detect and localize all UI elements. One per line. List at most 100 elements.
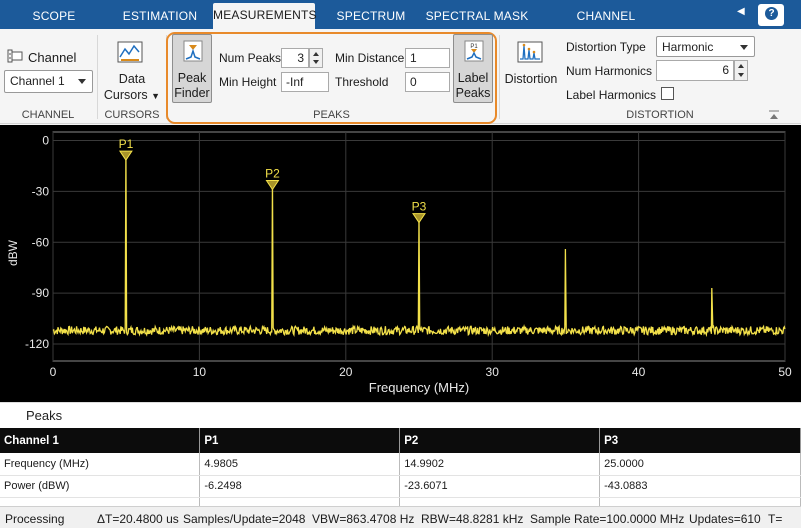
min-height-input[interactable]: -Inf	[281, 72, 329, 92]
channel-value: Channel 1	[10, 74, 65, 88]
tab-measurements[interactable]: MEASUREMENTS	[213, 3, 317, 29]
table-cell: -43.0883	[599, 475, 801, 498]
min-height-label: Min Height	[219, 75, 277, 89]
peak-marker-label: P2	[265, 167, 280, 181]
peak-marker-label: P1	[119, 137, 134, 151]
group-label-distortion: DISTORTION	[626, 109, 694, 121]
status-samples-per-update: Samples/Update=2048	[183, 512, 306, 526]
tab-spectral-mask[interactable]: SPECTRAL MASK	[425, 4, 529, 29]
y-tick-label: -90	[32, 286, 50, 300]
label-peaks-label: Label Peaks	[455, 71, 491, 100]
status-updates: Updates=610	[689, 512, 761, 526]
x-tick-label: 10	[193, 365, 207, 379]
separator	[499, 35, 500, 119]
peak-marker-triangle	[412, 213, 426, 224]
num-peaks-input[interactable]: 3	[281, 48, 309, 68]
distortion-icon	[517, 41, 543, 63]
tab-estimation[interactable]: ESTIMATION	[108, 4, 212, 29]
table-cell: -23.6071	[399, 475, 601, 498]
y-tick-label: -30	[32, 184, 50, 198]
status-delta-t: ΔT=20.4800 us	[97, 512, 179, 526]
peak-marker-label: P3	[412, 200, 427, 214]
table-cell: 25.0000	[599, 453, 801, 476]
table-cell: -6.2498	[199, 475, 401, 498]
num-harmonics-label: Num Harmonics	[566, 64, 653, 78]
label-peaks-icon: P1	[464, 40, 484, 62]
peak-finder-icon	[183, 40, 203, 62]
table-cell: 4.9805	[199, 453, 401, 476]
data-cursors-label-1: Data	[118, 72, 146, 86]
table-header-cell: P1	[199, 428, 401, 453]
separator	[97, 35, 98, 119]
x-tick-label: 40	[632, 365, 646, 379]
help-button[interactable]: ?	[758, 4, 784, 26]
y-axis-label: dBW	[6, 239, 20, 266]
caret-down-icon: ▼	[151, 91, 161, 101]
group-label-peaks: PEAKS	[313, 109, 350, 121]
chevron-down-icon	[78, 79, 86, 84]
spectrum-trace	[52, 151, 786, 338]
group-label-cursors: CURSORS	[104, 109, 160, 121]
table-cell: Frequency (MHz)	[0, 453, 201, 476]
table-cell: 14.9902	[399, 453, 601, 476]
tab-scope[interactable]: SCOPE	[4, 4, 104, 29]
data-cursors-button[interactable]: Data Cursors ▼	[100, 71, 164, 104]
x-tick-label: 30	[486, 365, 500, 379]
peaks-panel-title: Peaks	[26, 408, 63, 423]
peak-finder-label: Peak Finder	[174, 71, 210, 100]
table-header-row: Channel 1 P1 P2 P3	[0, 428, 801, 453]
peak-marker-triangle	[118, 150, 133, 161]
data-cursors-label-2: Cursors ▼	[103, 88, 161, 102]
label-harmonics-checkbox[interactable]	[661, 87, 674, 100]
status-sample-rate: Sample Rate=100.0000 MHz	[530, 512, 685, 526]
table-cell: Power (dBW)	[0, 475, 201, 498]
toolstrip-tab-bar: SCOPE ESTIMATION MEASUREMENTS SPECTRUM S…	[0, 0, 801, 48]
num-harmonics-input[interactable]: 6	[656, 60, 734, 81]
y-tick-label: -120	[25, 337, 49, 351]
chevron-down-icon	[740, 45, 748, 50]
min-distance-input[interactable]: 1	[405, 48, 450, 68]
tab-channel-measurements[interactable]: CHANNEL MEASUREMENTS	[532, 4, 680, 48]
x-tick-label: 50	[778, 365, 792, 379]
distortion-button[interactable]: Distortion	[502, 72, 560, 86]
num-peaks-stepper[interactable]	[309, 48, 323, 68]
distortion-type-dropdown[interactable]: Harmonic	[656, 36, 755, 57]
x-tick-label: 0	[50, 365, 57, 379]
y-tick-label: 0	[42, 133, 49, 147]
tab-spectrum[interactable]: SPECTRUM	[320, 4, 422, 29]
help-icon: ?	[765, 7, 778, 20]
plot-axes: 0 10 20 30 40 50 0 -30 -60 -90 -120	[25, 133, 792, 379]
table-header-cell: P2	[399, 428, 601, 453]
table-header-cell: P3	[599, 428, 801, 453]
table-row: Frequency (MHz) 4.9805 14.9902 25.0000	[0, 453, 801, 476]
distortion-type-label: Distortion Type	[566, 40, 646, 54]
status-tail: T=	[768, 512, 783, 526]
toolstrip-ribbon: Channel Channel 1 CHANNEL Data Cursors ▼…	[0, 29, 801, 124]
channel-label: Channel	[28, 50, 77, 65]
channel-dropdown[interactable]: Channel 1	[4, 70, 93, 93]
label-harmonics-label: Label Harmonics	[566, 88, 657, 102]
threshold-input[interactable]: 0	[405, 72, 450, 92]
data-cursors-icon	[117, 41, 143, 63]
table-header-cell: Channel 1	[0, 428, 201, 453]
peak-finder-button[interactable]: Peak Finder	[172, 34, 212, 103]
collapse-ribbon-icon[interactable]	[768, 109, 780, 119]
collapse-toolstrip-icon[interactable]: ◀	[737, 6, 745, 17]
peak-marker-triangle	[265, 180, 280, 191]
min-distance-label: Min Distance	[335, 51, 405, 65]
threshold-label: Threshold	[335, 75, 389, 89]
table-row: Power (dBW) -6.2498 -23.6071 -43.0883	[0, 475, 801, 498]
status-state: Processing	[5, 512, 65, 526]
channel-icon	[7, 49, 23, 63]
x-axis-label: Frequency (MHz)	[369, 380, 469, 395]
x-tick-label: 20	[339, 365, 353, 379]
status-vbw: VBW=863.4708 Hz	[312, 512, 415, 526]
label-peaks-button[interactable]: P1 Label Peaks	[453, 34, 493, 103]
num-peaks-label: Num Peaks	[219, 51, 282, 65]
spectrum-chart: 0 10 20 30 40 50 0 -30 -60 -90 -120 P1 P2 P3 Frequen…	[6, 131, 792, 395]
spectrum-plot[interactable]: 0 10 20 30 40 50 0 -30 -60 -90 -120 P1 P2 P3 Frequen…	[0, 125, 801, 402]
peaks-panel: Peaks Channel 1 P1 P2 P3 Frequency (MHz)…	[0, 402, 801, 520]
status-rbw: RBW=48.8281 kHz	[421, 512, 524, 526]
num-harmonics-stepper[interactable]	[734, 60, 748, 81]
distortion-type-value: Harmonic	[662, 40, 714, 54]
